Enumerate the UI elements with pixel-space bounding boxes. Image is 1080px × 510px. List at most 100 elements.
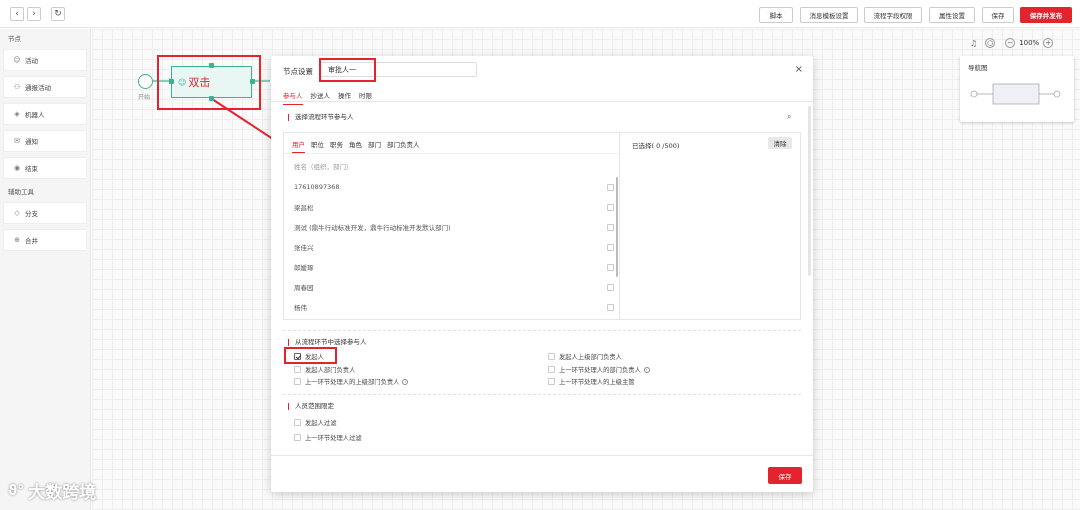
logo-icon: ϑ° bbox=[8, 482, 25, 499]
picker-tab-department[interactable]: 部门 bbox=[368, 139, 381, 153]
option-prev-handler-dept-head[interactable]: 上一环节处理人的部门负责人 i bbox=[548, 365, 650, 374]
checkbox[interactable] bbox=[607, 283, 614, 291]
mail-icon: ✉ bbox=[14, 137, 20, 145]
list-item[interactable]: 杨伟 bbox=[294, 297, 614, 317]
save-publish-button[interactable]: 保存并发布 bbox=[1020, 7, 1072, 23]
merge-icon: ⊕ bbox=[14, 236, 20, 244]
user-search-input[interactable]: 姓名（组织，部门） bbox=[294, 161, 353, 171]
refresh-icon: ↻ bbox=[54, 9, 62, 19]
participant-picker: 用户 职位 职务 角色 部门 部门负责人 姓名（组织，部门） 176108973… bbox=[283, 132, 801, 320]
option-initiator-dept-head[interactable]: 发起人部门负责人 bbox=[294, 365, 355, 374]
palette-item-merge[interactable]: ⊕ 合并 bbox=[3, 229, 87, 251]
option-prev-handler-filter[interactable]: 上一环节处理人过滤 bbox=[294, 433, 362, 442]
footer-divider bbox=[271, 455, 813, 456]
highlight-initiator-box bbox=[284, 347, 337, 364]
list-item[interactable]: 梁昌松 bbox=[294, 197, 614, 217]
from-flow-heading: 从流程环节中选择参与人 bbox=[288, 339, 367, 346]
node-settings-dialog: 节点设置 审批人一 × 参与人 抄送人 操作 时限 选择流程环节参与人 ⌕ 用户… bbox=[271, 56, 813, 492]
script-button[interactable]: 脚本 bbox=[759, 7, 793, 23]
watermark: ϑ° 大数跨境 bbox=[8, 482, 97, 504]
list-item[interactable]: 周春园 bbox=[294, 277, 614, 297]
zoom-in-icon[interactable]: + bbox=[1043, 38, 1054, 48]
checkbox[interactable] bbox=[294, 434, 301, 441]
message-template-button[interactable]: 消息模板设置 bbox=[800, 7, 858, 23]
navigator-preview bbox=[970, 83, 1061, 105]
select-participants-heading: 选择流程环节参与人 bbox=[288, 114, 354, 121]
picker-tabs: 用户 职位 职务 角色 部门 部门负责人 bbox=[292, 139, 420, 153]
checkbox[interactable] bbox=[294, 378, 301, 385]
list-item[interactable]: 郎媛琢 bbox=[294, 257, 614, 277]
checkbox[interactable] bbox=[607, 203, 614, 211]
palette-item-end[interactable]: ◉ 结束 bbox=[3, 157, 87, 179]
info-icon[interactable]: i bbox=[402, 378, 409, 385]
field-permission-button[interactable]: 流程字段权限 bbox=[864, 7, 922, 23]
option-prev-handler-upper-dept-head[interactable]: 上一环节处理人的上级部门负责人 i bbox=[294, 377, 409, 386]
palette-item-branch[interactable]: ◇ 分支 bbox=[3, 202, 87, 224]
chevron-left-icon: ‹ bbox=[15, 9, 19, 19]
tools-section-title: 辅助工具 bbox=[8, 188, 34, 196]
user-list-panel: 用户 职位 职务 角色 部门 部门负责人 姓名（组织，部门） 176108973… bbox=[284, 133, 620, 319]
bell-icon[interactable]: ♫ bbox=[970, 39, 977, 48]
zoom-out-icon[interactable]: − bbox=[1005, 38, 1016, 48]
palette-item-robot[interactable]: ◈ 机器人 bbox=[3, 103, 87, 125]
checkbox[interactable] bbox=[607, 223, 614, 231]
dialog-scrollbar[interactable] bbox=[808, 106, 811, 276]
nodes-section-title: 节点 bbox=[8, 35, 21, 43]
option-initiator-filter[interactable]: 发起人过滤 bbox=[294, 418, 336, 427]
navigator-panel[interactable]: 导航图 bbox=[960, 56, 1074, 122]
option-initiator-upper-dept-head[interactable]: 发起人上级部门负责人 bbox=[548, 352, 622, 361]
list-item[interactable]: 张佳兴 bbox=[294, 237, 614, 257]
selected-count: 已选择( 0 /500) bbox=[632, 142, 680, 150]
zoom-level: 100% bbox=[1019, 39, 1040, 47]
group-icon: ⚇ bbox=[13, 83, 21, 91]
picker-tab-users[interactable]: 用户 bbox=[292, 139, 305, 153]
checkbox[interactable] bbox=[607, 303, 614, 311]
checkbox[interactable] bbox=[607, 263, 614, 271]
picker-tab-role[interactable]: 角色 bbox=[349, 139, 362, 153]
checkbox[interactable] bbox=[294, 366, 301, 373]
back-button[interactable]: ‹ bbox=[10, 7, 24, 21]
checkbox[interactable] bbox=[607, 183, 614, 191]
clear-button[interactable]: 清除 bbox=[768, 137, 792, 149]
list-item[interactable]: 测试 (鼎牛行动标准开发，鼎牛行动标准开发默认部门) bbox=[294, 217, 614, 237]
range-heading: 人员范围限定 bbox=[288, 403, 334, 410]
picker-tab-dept-head[interactable]: 部门负责人 bbox=[387, 139, 420, 153]
chevron-right-icon: › bbox=[32, 9, 36, 19]
close-icon[interactable]: × bbox=[795, 64, 803, 75]
tab-operations[interactable]: 操作 bbox=[338, 90, 351, 105]
checkbox[interactable] bbox=[548, 378, 555, 385]
end-icon: ◉ bbox=[13, 164, 21, 172]
tab-cc[interactable]: 抄送人 bbox=[311, 90, 331, 105]
user-list-scrollbar[interactable] bbox=[616, 177, 618, 277]
palette-item-activity[interactable]: ☺ 活动 bbox=[3, 49, 87, 71]
picker-tab-duty[interactable]: 职务 bbox=[330, 139, 343, 153]
picker-tab-divider bbox=[284, 153, 620, 154]
tab-time-limit[interactable]: 时限 bbox=[359, 90, 372, 105]
top-toolbar: ‹ › ↻ 脚本 消息模板设置 流程字段权限 属性设置 保存 保存并发布 bbox=[0, 0, 1080, 28]
checkbox[interactable] bbox=[294, 419, 301, 426]
palette-item-notice[interactable]: ✉ 通知 bbox=[3, 130, 87, 152]
option-prev-handler-supervisor[interactable]: 上一环节处理人的上级主管 bbox=[548, 377, 635, 386]
person-icon: ☺ bbox=[13, 56, 21, 64]
picker-tab-position[interactable]: 职位 bbox=[311, 139, 324, 153]
dialog-save-button[interactable]: 保存 bbox=[768, 467, 802, 484]
property-settings-button[interactable]: 属性设置 bbox=[929, 7, 975, 23]
section-divider bbox=[283, 394, 801, 395]
fit-view-icon[interactable]: ○ bbox=[985, 38, 996, 48]
save-button[interactable]: 保存 bbox=[982, 7, 1014, 23]
navigator-title: 导航图 bbox=[968, 64, 988, 72]
checkbox[interactable] bbox=[548, 366, 555, 373]
forward-button[interactable]: › bbox=[27, 7, 41, 21]
tab-participants[interactable]: 参与人 bbox=[283, 90, 303, 105]
branch-icon: ◇ bbox=[14, 209, 20, 217]
search-icon[interactable]: ⌕ bbox=[787, 112, 791, 122]
dialog-title: 节点设置 bbox=[283, 67, 313, 76]
info-icon[interactable]: i bbox=[643, 366, 650, 373]
list-item[interactable]: 17610897368 bbox=[294, 177, 614, 197]
checkbox[interactable] bbox=[607, 243, 614, 251]
palette-item-notify-activity[interactable]: ⚇ 通报活动 bbox=[3, 76, 87, 98]
checkbox[interactable] bbox=[548, 353, 555, 360]
section-divider bbox=[283, 330, 801, 331]
start-node[interactable] bbox=[138, 74, 153, 89]
refresh-button[interactable]: ↻ bbox=[51, 7, 65, 21]
